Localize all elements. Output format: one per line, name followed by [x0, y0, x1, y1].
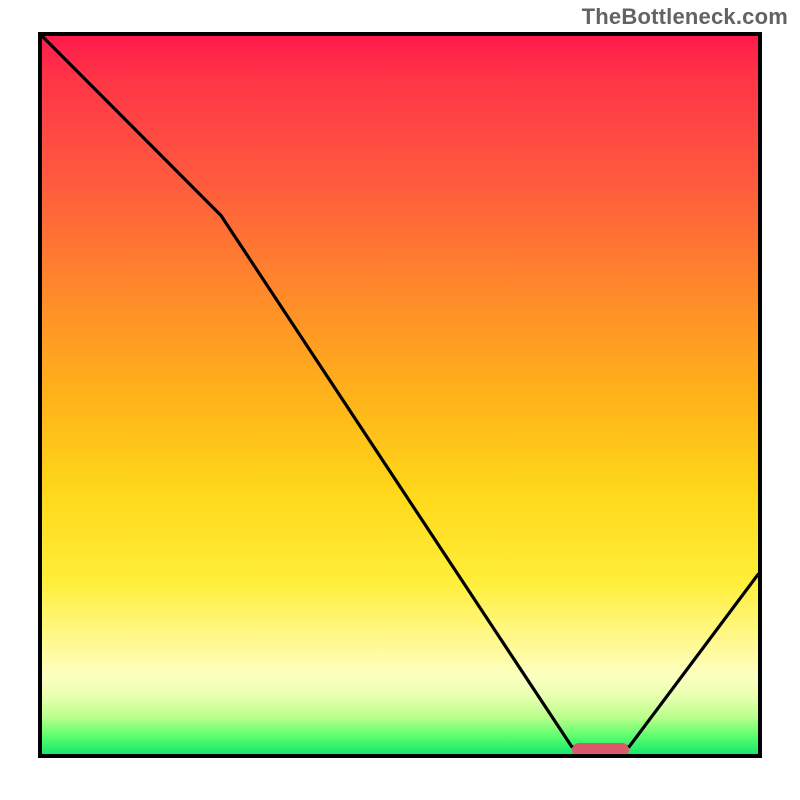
chart-frame	[38, 32, 762, 758]
line-series-path	[42, 36, 758, 754]
attribution-text: TheBottleneck.com	[582, 4, 788, 30]
optimal-range-marker	[572, 743, 629, 757]
